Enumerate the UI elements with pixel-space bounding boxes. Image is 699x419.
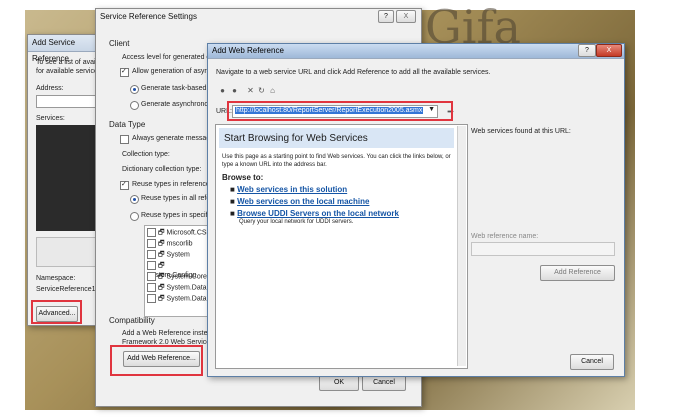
assembly-checkbox[interactable] [147,239,156,248]
back-icon[interactable]: ● [218,86,227,95]
services-found-label: Web services found at this URL: [471,128,571,135]
assembly-name: System [166,251,190,259]
web-ref-help-button[interactable]: ? [578,44,596,57]
assembly-icon: 🗗 [157,262,165,270]
settings-help-button[interactable]: ? [378,10,394,23]
access-level-label: Access level for generated cla [122,54,216,61]
collection-type-label: Collection type: [122,151,170,158]
task-based-radio[interactable] [130,85,139,94]
task-based-label: Generate task-based op [141,85,217,92]
add-service-desc-2: for available service [36,68,98,75]
settings-ok-button[interactable]: OK [319,375,359,391]
advanced-highlight [31,300,82,324]
link-solution-services[interactable]: Web services in this solution [237,185,347,194]
assembly-checkbox[interactable] [147,261,156,270]
browse-to-label: Browse to: [222,173,264,182]
assembly-name: mscorlib [166,240,193,248]
services-label: Services: [36,115,65,122]
list-item[interactable]: 🗗 mscorlib [147,239,193,250]
refresh-icon[interactable]: ↻ [257,86,266,95]
browse-intro-2: type a known URL into the address bar. [222,162,327,168]
browser-scrollbar[interactable] [457,126,466,366]
forward-icon[interactable]: ● [230,86,239,95]
assembly-checkbox[interactable] [147,294,156,303]
web-ref-close-button[interactable]: X [596,44,622,57]
reuse-types-checkbox[interactable] [120,180,129,190]
add-web-reference-window: Add Web Reference ? X Navigate to a web … [207,43,625,377]
address-label: Address: [36,85,64,92]
client-group-label: Client [109,39,130,48]
compat-text-1: Add a Web Reference instead [122,330,216,337]
stop-icon[interactable]: ✕ [246,86,255,95]
web-ref-title: Add Web Reference [208,44,624,59]
dictionary-type-label: Dictionary collection type: [122,166,202,173]
reference-name-input[interactable] [471,242,615,256]
assembly-icon: 🗗 [157,284,165,292]
assembly-icon: 🗗 [157,240,165,248]
web-ref-cancel-button[interactable]: Cancel [570,354,614,370]
browse-intro-1: Use this page as a starting point to fin… [222,154,451,160]
link-uddi-servers[interactable]: Browse UDDI Servers on the local network [237,209,399,218]
assembly-icon: 🗗 [157,229,165,237]
browse-heading: Start Browsing for Web Services [224,133,368,144]
assemblies-list[interactable]: 🗗 Microsoft.CSha 🗗 mscorlib 🗗 System 🗗 S… [144,225,216,317]
assembly-checkbox[interactable] [147,272,156,281]
list-item[interactable]: 🗗 System.Data.D [147,294,214,305]
settings-cancel-button[interactable]: Cancel [362,375,406,391]
always-generate-label: Always generate message [132,135,215,142]
add-service-desc-1: To see a list of availa [36,59,101,66]
assembly-icon: 🗗 [157,295,165,303]
always-generate-checkbox[interactable] [120,135,129,144]
uddi-description: Query your local network for UDDI server… [239,219,354,225]
async-ops-label: Generate asynchronous [141,101,216,108]
web-ref-instruction: Navigate to a web service URL and click … [216,69,491,76]
list-item: ■ Browse UDDI Servers on the local netwo… [230,209,399,218]
allow-async-label: Allow generation of asynch [132,68,216,75]
home-icon[interactable]: ⌂ [268,86,277,95]
assembly-checkbox[interactable] [147,228,156,237]
browser-pane[interactable]: Start Browsing for Web Services Use this… [215,124,468,369]
reference-name-label: Web reference name: [471,233,539,240]
assembly-name: System.Data [166,284,207,292]
list-item[interactable]: 🗗 System [147,250,190,261]
list-item: ■ Web services in this solution [230,185,348,194]
assembly-checkbox[interactable] [147,283,156,292]
list-item: ■ Web services on the local machine [230,197,370,206]
settings-title: Service Reference Settings [96,9,421,25]
namespace-label: Namespace: [36,275,76,282]
reuse-all-label: Reuse types in all refere [141,195,217,202]
add-reference-button[interactable]: Add Reference [540,265,615,281]
assembly-name: System.Core [166,273,207,281]
reuse-specified-radio[interactable] [130,212,139,221]
list-item[interactable]: 🗗 System.Data [147,283,207,294]
assembly-icon: 🗗 [157,273,165,281]
add-web-reference-highlight [110,345,203,376]
data-type-group-label: Data Type [109,120,146,129]
settings-close-button[interactable]: X [396,10,416,23]
compat-group-label: Compatibility [109,316,155,325]
allow-async-checkbox[interactable] [120,67,129,77]
assembly-checkbox[interactable] [147,250,156,259]
list-item[interactable]: 🗗 System.Core [147,272,207,283]
namespace-value: ServiceReference1 [36,286,96,293]
async-ops-radio[interactable] [130,101,139,110]
link-local-machine-services[interactable]: Web services on the local machine [237,197,369,206]
services-found-area [471,140,614,220]
url-highlight [227,101,453,121]
list-item[interactable]: 🗗 Microsoft.CSha [147,228,214,239]
assembly-icon: 🗗 [157,251,165,259]
reuse-specified-label: Reuse types in specifie [141,212,213,219]
reuse-all-radio[interactable] [130,195,139,204]
